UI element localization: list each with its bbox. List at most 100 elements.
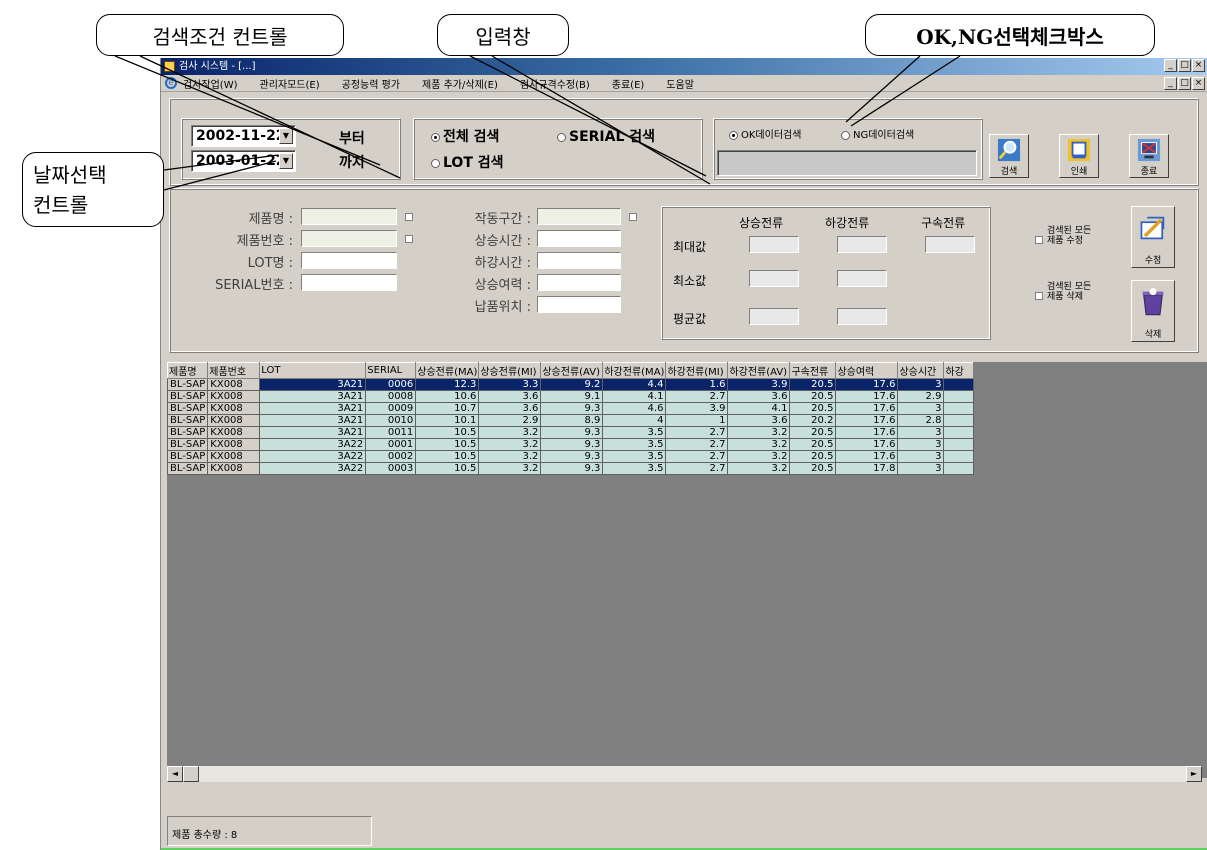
- scroll-right-icon[interactable]: ►: [1186, 766, 1202, 782]
- table-cell[interactable]: BL-SAP: [167, 378, 209, 391]
- table-cell[interactable]: BL-SAP: [167, 414, 209, 427]
- table-cell[interactable]: 9.3: [540, 462, 604, 475]
- table-cell[interactable]: BL-SAP: [167, 390, 209, 403]
- table-cell[interactable]: 3: [897, 426, 945, 439]
- table-cell[interactable]: BL-SAP: [167, 402, 209, 415]
- table-cell[interactable]: [943, 426, 975, 439]
- column-header[interactable]: 상승여력: [835, 362, 899, 379]
- table-cell[interactable]: 10.6: [415, 390, 480, 403]
- close-button[interactable]: ×: [1192, 59, 1205, 72]
- table-cell[interactable]: 17.6: [835, 450, 899, 463]
- table-cell[interactable]: 3.6: [478, 390, 542, 403]
- date-from-picker[interactable]: 2002-11-22 ▼: [191, 125, 296, 147]
- table-cell[interactable]: 20.2: [789, 414, 837, 427]
- print-button[interactable]: 인쇄: [1059, 134, 1099, 178]
- table-cell[interactable]: 3.2: [478, 450, 542, 463]
- table-cell[interactable]: BL-SAP: [167, 450, 209, 463]
- table-cell[interactable]: 0008: [365, 390, 417, 403]
- table-cell[interactable]: 3.5: [602, 462, 667, 475]
- table-cell[interactable]: [943, 402, 975, 415]
- table-cell[interactable]: KX008: [207, 414, 261, 427]
- table-cell[interactable]: 2.9: [897, 390, 945, 403]
- table-cell[interactable]: 10.7: [415, 402, 480, 415]
- table-cell[interactable]: 2.8: [897, 414, 945, 427]
- delete-all-checkbox[interactable]: [1035, 292, 1043, 300]
- column-header[interactable]: SERIAL: [365, 362, 417, 379]
- table-cell[interactable]: 0006: [365, 378, 417, 391]
- column-header[interactable]: 하강: [943, 362, 975, 379]
- search-button[interactable]: 검색: [989, 134, 1029, 178]
- table-cell[interactable]: KX008: [207, 450, 261, 463]
- table-row[interactable]: BL-SAP KX008 3A21 0011 10.5 3.2 9.3 3.5 2.7 3.2 20…: [167, 426, 975, 439]
- table-cell[interactable]: 3.9: [665, 402, 729, 415]
- table-cell[interactable]: 3.2: [727, 450, 791, 463]
- table-cell[interactable]: 2.7: [665, 390, 729, 403]
- table-cell[interactable]: 9.3: [540, 402, 604, 415]
- table-cell[interactable]: 17.6: [835, 378, 899, 391]
- rise-time-field[interactable]: [537, 230, 621, 247]
- table-cell[interactable]: 3.2: [727, 426, 791, 439]
- table-cell[interactable]: 4.4: [602, 378, 667, 391]
- table-cell[interactable]: [943, 450, 975, 463]
- product-name-field[interactable]: [301, 208, 397, 225]
- table-row[interactable]: BL-SAP KX008 3A22 0001 10.5 3.2 9.3 3.5 2.7 3.2 20…: [167, 438, 975, 451]
- table-cell[interactable]: 9.1: [540, 390, 604, 403]
- table-cell[interactable]: 9.2: [540, 378, 604, 391]
- table-cell[interactable]: 0002: [365, 450, 417, 463]
- table-cell[interactable]: 3.6: [727, 414, 791, 427]
- table-cell[interactable]: 4.1: [727, 402, 791, 415]
- table-cell[interactable]: 17.6: [835, 438, 899, 451]
- table-cell[interactable]: [943, 414, 975, 427]
- table-cell[interactable]: KX008: [207, 426, 261, 439]
- table-cell[interactable]: 8.9: [540, 414, 604, 427]
- modify-button[interactable]: 수정: [1131, 206, 1175, 268]
- table-cell[interactable]: KX008: [207, 402, 261, 415]
- radio-icon[interactable]: [431, 132, 440, 142]
- scroll-thumb[interactable]: [183, 766, 199, 782]
- menu-product[interactable]: 제품 추가/삭제(E): [422, 76, 498, 91]
- table-cell[interactable]: 20.5: [789, 438, 837, 451]
- table-cell[interactable]: 17.6: [835, 414, 899, 427]
- serial-no-field[interactable]: [301, 274, 397, 291]
- table-cell[interactable]: 3A22: [259, 438, 367, 451]
- column-header[interactable]: 상승전류(AV): [540, 362, 604, 379]
- radio-search-all[interactable]: 전체 검색: [431, 126, 499, 146]
- table-cell[interactable]: 9.3: [540, 438, 604, 451]
- table-cell[interactable]: 10.1: [415, 414, 480, 427]
- table-cell[interactable]: 3.9: [727, 378, 791, 391]
- table-cell[interactable]: 17.6: [835, 402, 899, 415]
- maximize-button[interactable]: □: [1178, 59, 1191, 72]
- table-cell[interactable]: 20.5: [789, 450, 837, 463]
- table-cell[interactable]: 0001: [365, 438, 417, 451]
- table-cell[interactable]: 0010: [365, 414, 417, 427]
- table-cell[interactable]: 3.5: [602, 426, 667, 439]
- data-grid[interactable]: 제품명 제품번호 LOT SERIAL 상승전류(MA) 상승전류(MI) 상승…: [167, 362, 1207, 778]
- table-cell[interactable]: 20.5: [789, 390, 837, 403]
- table-cell[interactable]: 10.5: [415, 426, 480, 439]
- scroll-left-icon[interactable]: ◄: [167, 766, 183, 782]
- exit-button[interactable]: 종료: [1129, 134, 1169, 178]
- column-header[interactable]: LOT: [259, 362, 367, 379]
- modify-all-checkbox[interactable]: [1035, 236, 1043, 244]
- table-cell[interactable]: 3A21: [259, 390, 367, 403]
- table-cell[interactable]: 3A22: [259, 462, 367, 475]
- table-cell[interactable]: 9.3: [540, 426, 604, 439]
- table-cell[interactable]: 3: [897, 450, 945, 463]
- column-header[interactable]: 구속전류: [789, 362, 837, 379]
- table-row[interactable]: BL-SAP KX008 3A21 0009 10.7 3.6 9.3 4.6 3.9 4.1 20…: [167, 402, 975, 415]
- table-cell[interactable]: 3A21: [259, 378, 367, 391]
- radio-search-lot[interactable]: LOT 검색: [431, 152, 504, 172]
- table-cell[interactable]: 3: [897, 402, 945, 415]
- menu-exit[interactable]: 종료(E): [612, 76, 645, 91]
- table-cell[interactable]: 3.5: [602, 450, 667, 463]
- radio-icon[interactable]: [557, 132, 566, 142]
- table-row[interactable]: BL-SAP KX008 3A21 0010 10.1 2.9 8.9 4 1 3.6 20.2 17…: [167, 414, 975, 427]
- chevron-down-icon[interactable]: ▼: [279, 153, 293, 169]
- mdi-close-button[interactable]: ×: [1192, 77, 1205, 90]
- table-cell[interactable]: [943, 390, 975, 403]
- product-no-checkbox[interactable]: [405, 235, 413, 243]
- table-cell[interactable]: 17.6: [835, 426, 899, 439]
- table-cell[interactable]: 3.2: [727, 438, 791, 451]
- table-cell[interactable]: 12.3: [415, 378, 480, 391]
- table-cell[interactable]: 17.6: [835, 390, 899, 403]
